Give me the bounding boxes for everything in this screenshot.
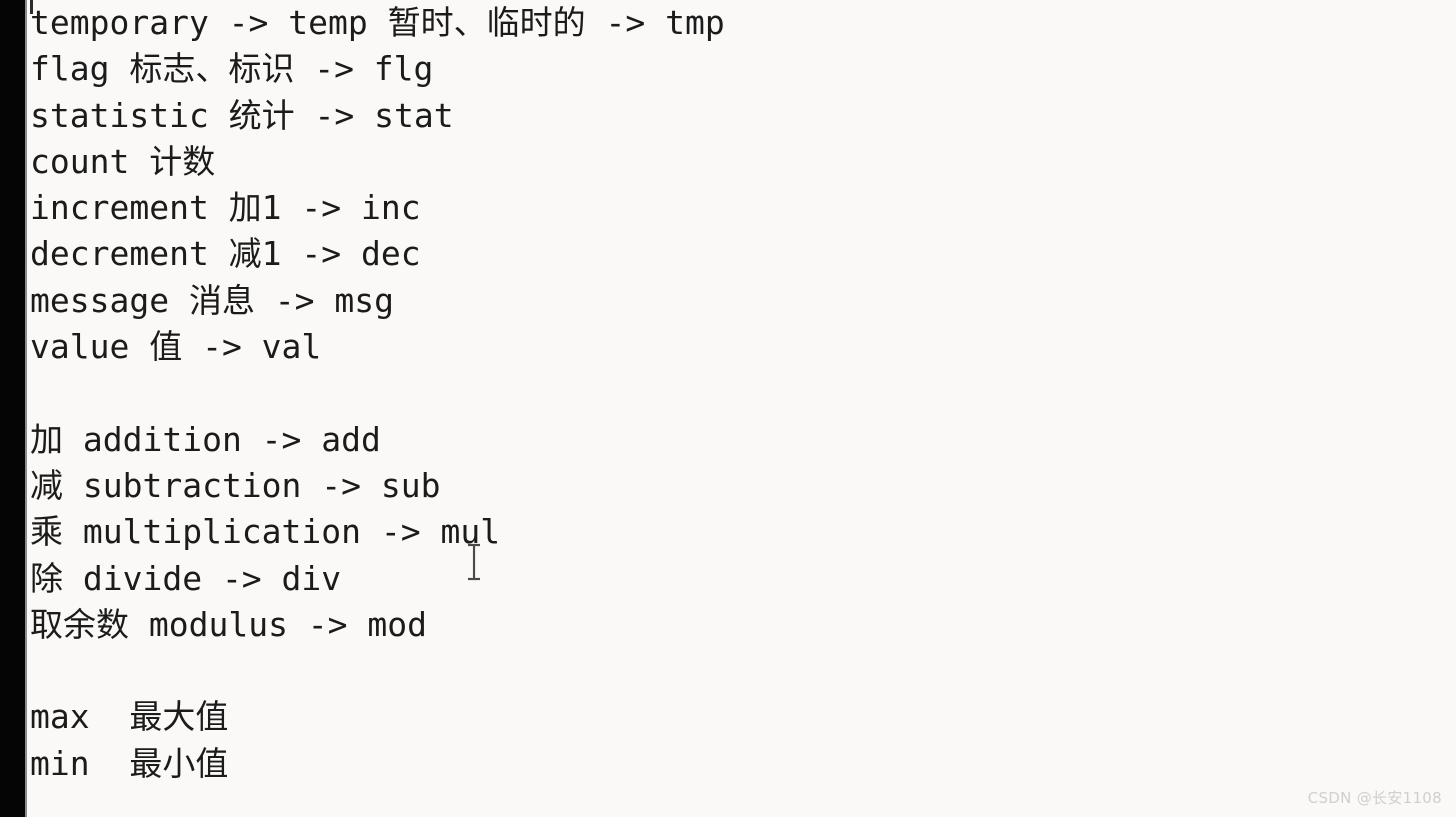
code-line: 乘 multiplication -> mul xyxy=(30,512,501,552)
code-line: decrement 减1 -> dec xyxy=(30,234,421,274)
code-line: increment 加1 -> inc xyxy=(30,188,421,228)
gutter-separator-line xyxy=(25,0,27,817)
code-line: message 消息 -> msg xyxy=(30,280,395,320)
code-line: statistic 统计 -> stat xyxy=(30,95,454,135)
code-line: count 计数 xyxy=(30,141,216,181)
code-line: 加 addition -> add xyxy=(30,419,381,459)
code-line: min 最小值 xyxy=(30,743,229,783)
code-line: 取余数 modulus -> mod xyxy=(30,604,428,644)
csdn-watermark: CSDN @长安1108 xyxy=(1307,789,1442,807)
screenshot-root: temporary -> temp 暂时、临时的 -> tmp flag 标志、… xyxy=(0,0,1456,817)
code-line: value 值 -> val xyxy=(30,327,322,367)
code-text-area[interactable]: temporary -> temp 暂时、临时的 -> tmp flag 标志、… xyxy=(30,0,1430,817)
code-line: max 最大值 xyxy=(30,697,229,737)
code-line: flag 标志、标识 -> flg xyxy=(30,49,434,89)
code-line: 除 divide -> div xyxy=(30,558,342,598)
code-line: temporary -> temp 暂时、临时的 -> tmp xyxy=(30,3,725,42)
code-line: 减 subtraction -> sub xyxy=(30,465,441,505)
left-gutter-bar xyxy=(0,0,25,817)
